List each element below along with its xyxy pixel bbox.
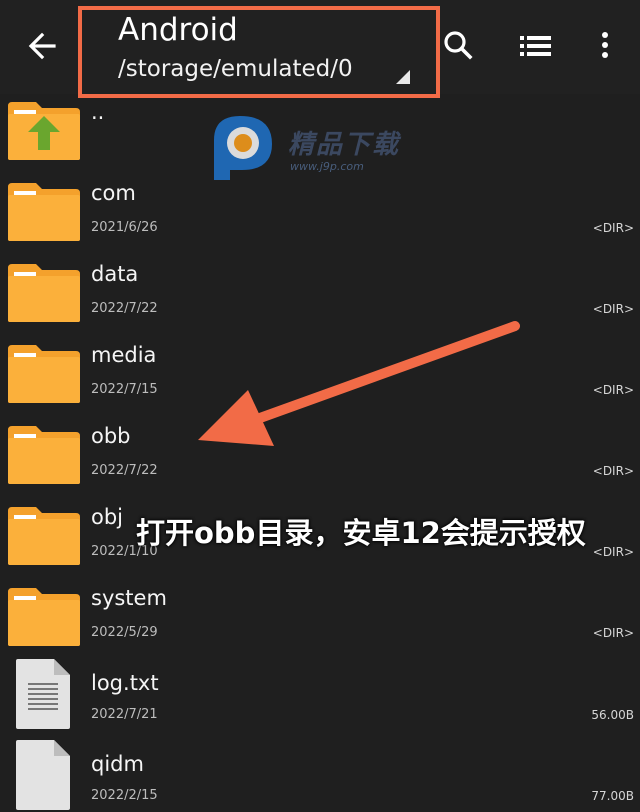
file-date: 2022/7/15: [91, 382, 158, 397]
list-item-system[interactable]: system 2022/5/29 <DIR>: [0, 586, 640, 667]
directory-selector[interactable]: Android /storage/emulated/0: [78, 6, 440, 98]
annotation-caption: 打开obb目录，安卓12会提示授权: [136, 516, 586, 550]
list-item-log-txt[interactable]: log.txt 2022/7/21 56.00B: [0, 657, 640, 738]
folder-icon: [8, 507, 80, 565]
toolbar: Android /storage/emulated/0: [0, 0, 640, 98]
folder-icon: [8, 426, 80, 484]
file-name: com: [91, 181, 136, 205]
dropdown-triangle-icon: [396, 70, 410, 84]
folder-icon: [8, 264, 80, 322]
toolbar-title: Android: [118, 12, 238, 48]
file-name: qidm: [91, 752, 144, 776]
file-size: <DIR>: [592, 464, 634, 478]
search-icon: [444, 31, 473, 60]
back-button[interactable]: [22, 26, 62, 66]
more-vert-icon: [602, 32, 608, 58]
text-file-icon: [16, 659, 70, 729]
folder-icon: [8, 588, 80, 646]
watermark: 精品下载 www.j9p.com: [206, 110, 446, 190]
watermark-text: 精品下载: [288, 130, 401, 160]
annotation-arrow-icon: [198, 321, 520, 446]
file-size: <DIR>: [592, 302, 634, 316]
file-size: <DIR>: [592, 626, 634, 640]
parent-folder-icon: [8, 102, 80, 160]
file-name: data: [91, 262, 139, 286]
file-date: 2022/7/22: [91, 463, 158, 478]
file-date: 2022/2/15: [91, 788, 158, 803]
file-size: 56.00B: [591, 708, 634, 722]
file-date: 2022/7/21: [91, 707, 158, 722]
list-item-com[interactable]: com 2021/6/26 <DIR>: [0, 181, 640, 262]
arrow-back-icon: [28, 32, 56, 60]
file-size: <DIR>: [592, 545, 634, 559]
file-size: <DIR>: [592, 221, 634, 235]
file-name: obb: [91, 424, 131, 448]
more-options-button[interactable]: [586, 26, 626, 66]
view-mode-button[interactable]: [516, 26, 556, 66]
file-name: ..: [91, 100, 105, 124]
file-name: obj: [91, 505, 124, 529]
file-size: <DIR>: [592, 383, 634, 397]
folder-icon: [8, 183, 80, 241]
list-item-qidm[interactable]: qidm 2022/2/15 77.00B: [0, 738, 640, 812]
watermark-logo-icon: [214, 116, 272, 180]
file-name: system: [91, 586, 167, 610]
list-view-icon: [520, 36, 551, 56]
file-name: media: [91, 343, 157, 367]
file-date: 2022/7/22: [91, 301, 158, 316]
search-button[interactable]: [438, 26, 478, 66]
file-date: 2021/6/26: [91, 220, 158, 235]
watermark-url: www.j9p.com: [290, 160, 364, 173]
file-date: 2022/5/29: [91, 625, 158, 640]
file-size: 77.00B: [591, 789, 634, 803]
current-path: /storage/emulated/0: [118, 56, 353, 82]
folder-icon: [8, 345, 80, 403]
file-name: log.txt: [91, 671, 159, 695]
file-icon: [16, 740, 70, 810]
